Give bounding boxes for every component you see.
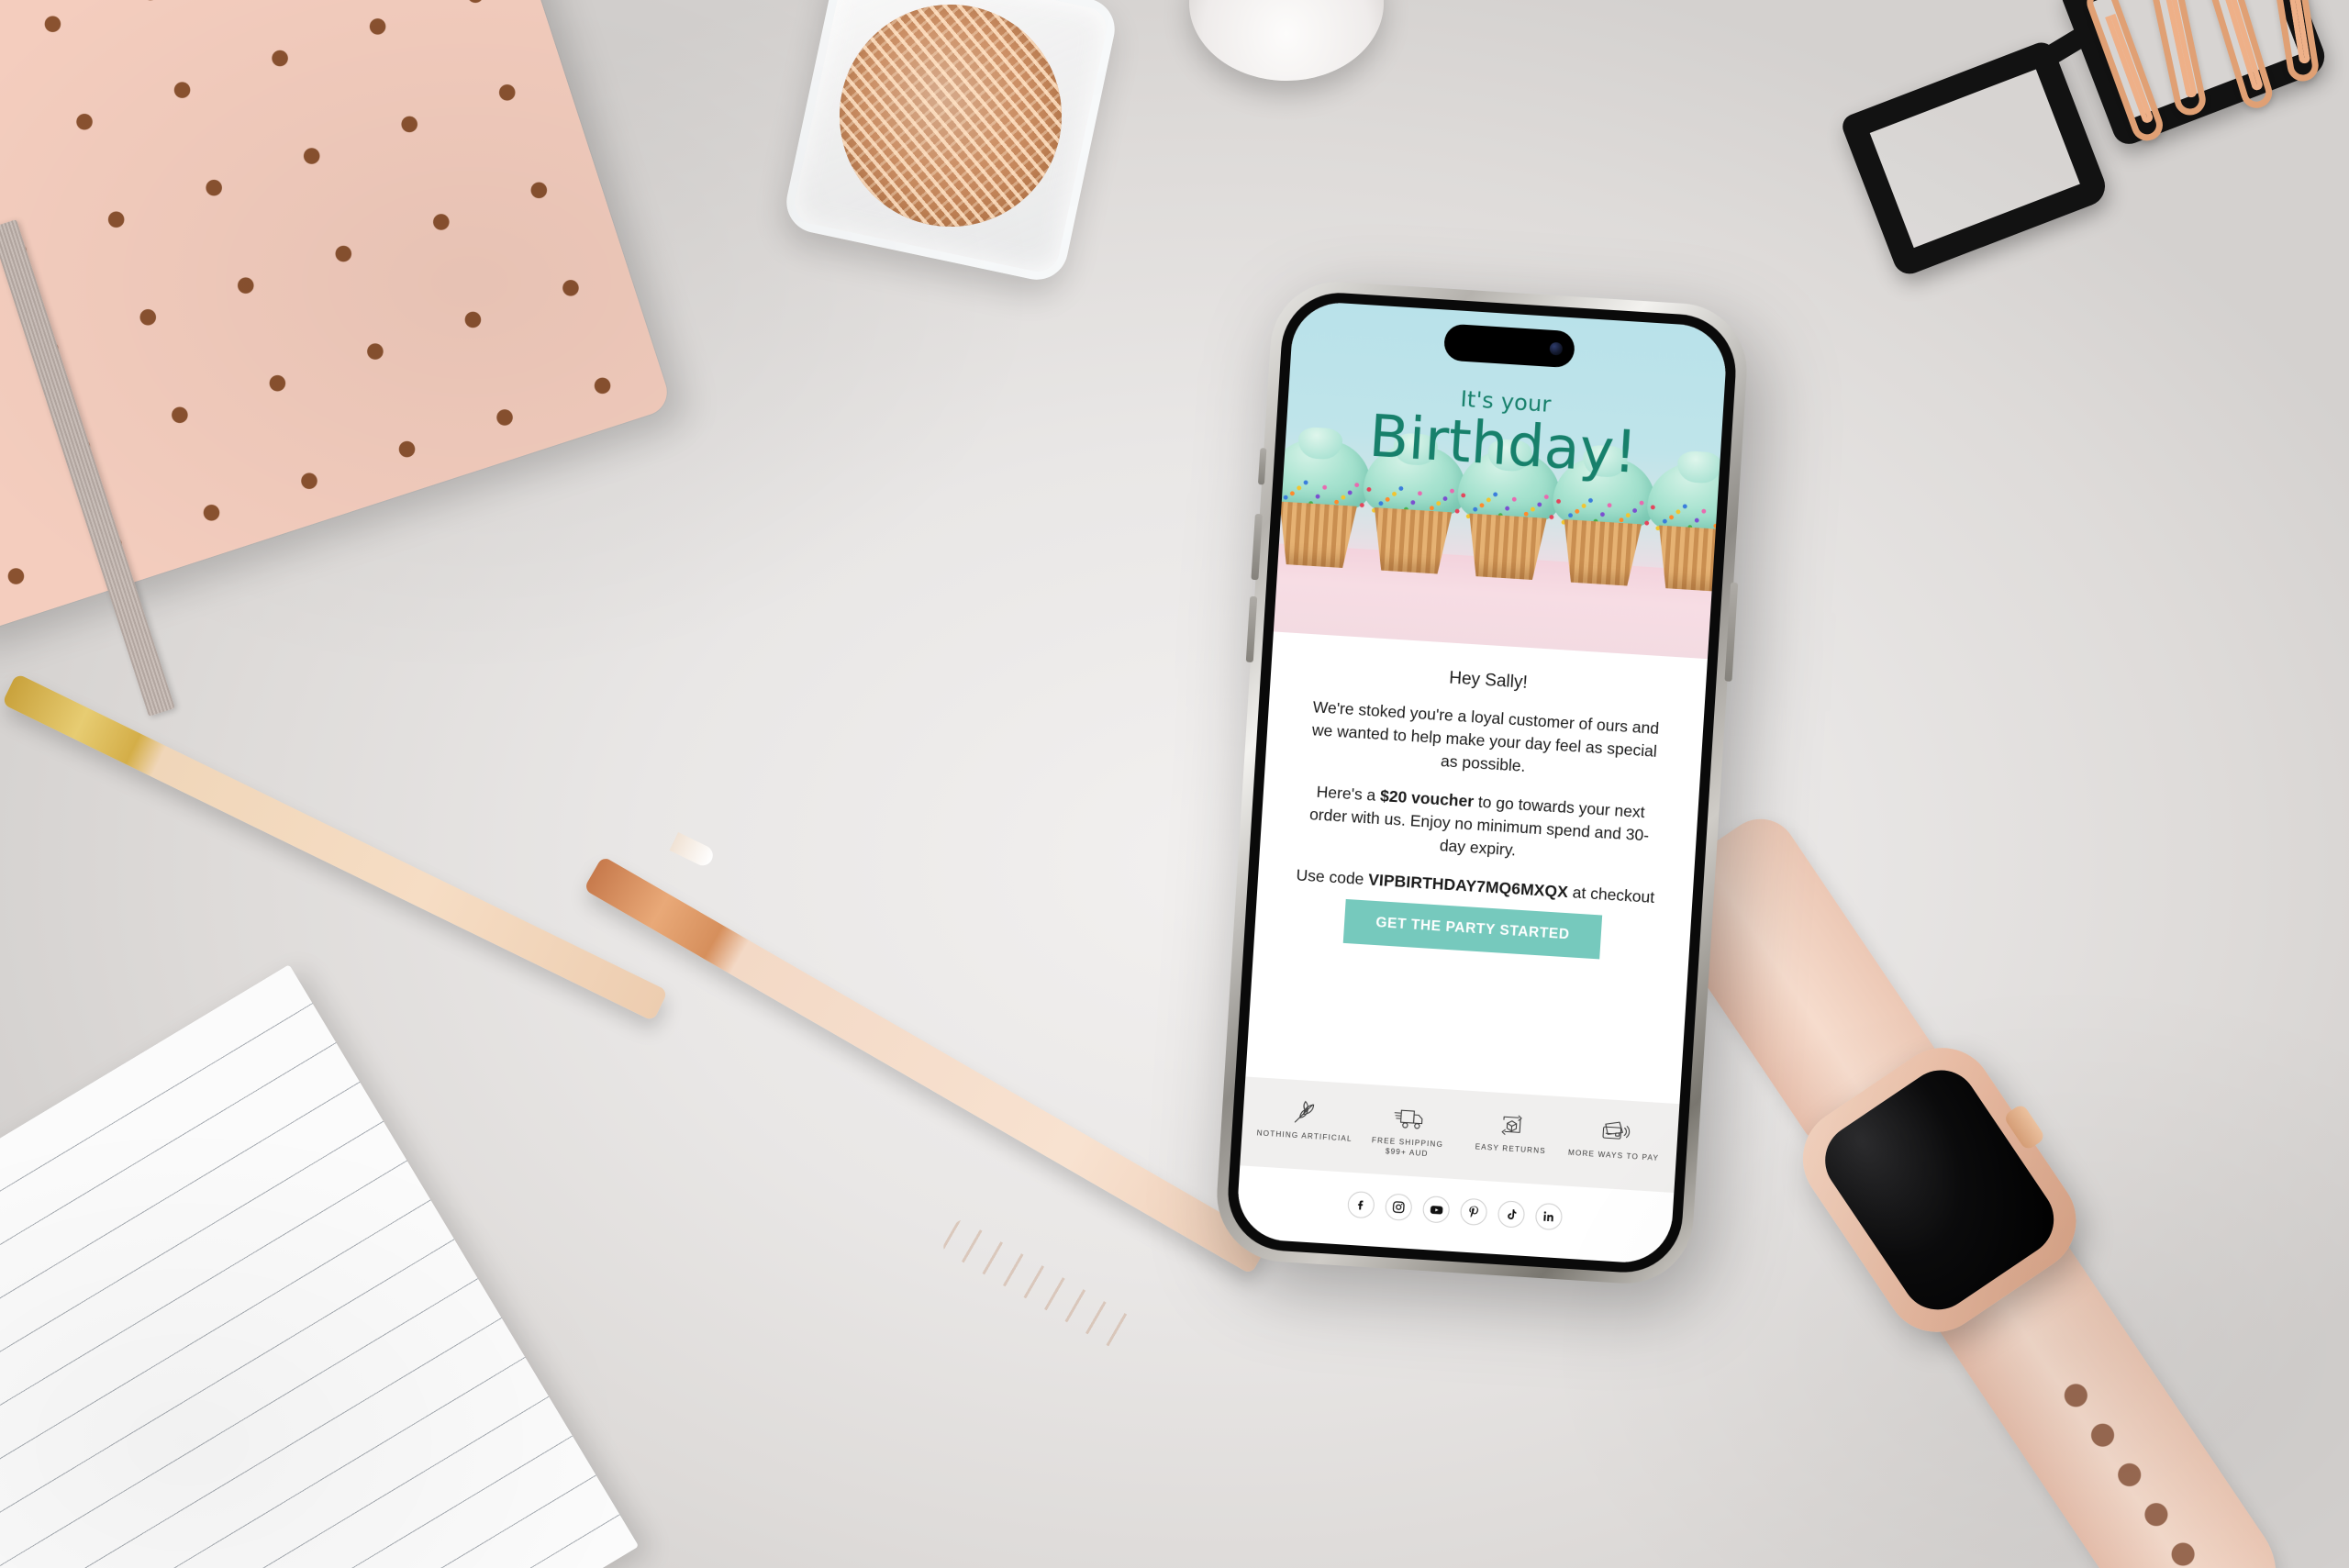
email-body: Hey Sally! We're stoked you're a loyal c… — [1245, 631, 1708, 1105]
desk-flatlay-scene: It's your Birthday! Hey Sally! We're sto… — [0, 0, 2349, 1568]
voucher-text-before: Here's a — [1316, 782, 1381, 806]
eyeglass-lens-left — [1839, 38, 2111, 279]
promo-code-suffix: at checkout — [1567, 883, 1655, 907]
phone-frame: It's your Birthday! Hey Sally! We're sto… — [1212, 277, 1752, 1288]
facebook-icon — [1358, 1200, 1364, 1210]
feature-label: MORE WAYS TO PAY — [1567, 1148, 1660, 1162]
truck-icon — [1394, 1109, 1423, 1129]
feature-label: FREE SHIPPING $99+ AUD — [1371, 1136, 1444, 1159]
pen-tip — [669, 832, 717, 869]
tiktok-icon-link[interactable] — [1497, 1200, 1526, 1229]
wallet-icon — [1602, 1121, 1630, 1140]
linkedin-icon-link[interactable] — [1534, 1202, 1564, 1231]
voucher-amount: $20 voucher — [1379, 786, 1475, 811]
instagram-icon — [1392, 1201, 1405, 1214]
pinterest-icon-link[interactable] — [1459, 1197, 1488, 1227]
email-hero-banner: It's your Birthday! — [1273, 300, 1729, 660]
youtube-icon — [1430, 1205, 1442, 1214]
youtube-icon-link[interactable] — [1421, 1195, 1451, 1224]
get-the-party-started-button[interactable]: GET THE PARTY STARTED — [1342, 899, 1602, 960]
intro-text: We're stoked you're a loyal customer of … — [1311, 697, 1660, 775]
silent-switch[interactable] — [1257, 448, 1267, 485]
leaf-icon — [1295, 1100, 1315, 1123]
voucher-paragraph: Here's a $20 voucher to go towards your … — [1295, 780, 1664, 872]
glass-jar-of-paperclips — [780, 0, 1121, 286]
pen-grip-rings — [941, 1218, 1142, 1355]
greeting-text: Hey Sally! — [1448, 668, 1529, 693]
power-button[interactable] — [1724, 582, 1739, 682]
lined-notepad — [0, 964, 640, 1568]
linkedin-icon — [1543, 1211, 1553, 1222]
dynamic-island — [1442, 323, 1576, 369]
volume-up-button[interactable] — [1251, 513, 1263, 581]
jar-paperclips — [818, 0, 1083, 248]
returns-icon — [1501, 1115, 1522, 1135]
feature-label: NOTHING ARTIFICIAL — [1256, 1129, 1353, 1143]
gold-capped-pen — [1, 673, 669, 1022]
smartphone: It's your Birthday! Hey Sally! We're sto… — [1212, 277, 1752, 1288]
phone-bezel: It's your Birthday! Hey Sally! We're sto… — [1224, 289, 1740, 1276]
phone-screen: It's your Birthday! Hey Sally! We're sto… — [1235, 300, 1729, 1265]
smartwatch — [1604, 796, 2349, 1568]
feature-label: EASY RETURNS — [1475, 1142, 1547, 1156]
round-lid — [1189, 0, 1384, 81]
tiktok-icon — [1507, 1208, 1517, 1219]
feature-easy-returns: EASY RETURNS — [1459, 1110, 1564, 1157]
promo-code-prefix: Use code — [1296, 865, 1369, 889]
instagram-icon-link[interactable] — [1384, 1193, 1413, 1222]
rose-gold-pen — [583, 855, 1271, 1275]
front-camera-icon — [1549, 341, 1564, 356]
volume-down-button[interactable] — [1245, 595, 1258, 663]
feature-more-ways-to-pay: MORE WAYS TO PAY — [1562, 1117, 1667, 1163]
feature-free-shipping: FREE SHIPPING $99+ AUD — [1355, 1104, 1462, 1161]
facebook-icon-link[interactable] — [1346, 1190, 1375, 1219]
feature-nothing-artificial: NOTHING ARTIFICIAL — [1252, 1097, 1358, 1144]
pinterest-icon — [1469, 1206, 1478, 1218]
intro-paragraph: We're stoked you're a loyal customer of … — [1300, 695, 1669, 787]
